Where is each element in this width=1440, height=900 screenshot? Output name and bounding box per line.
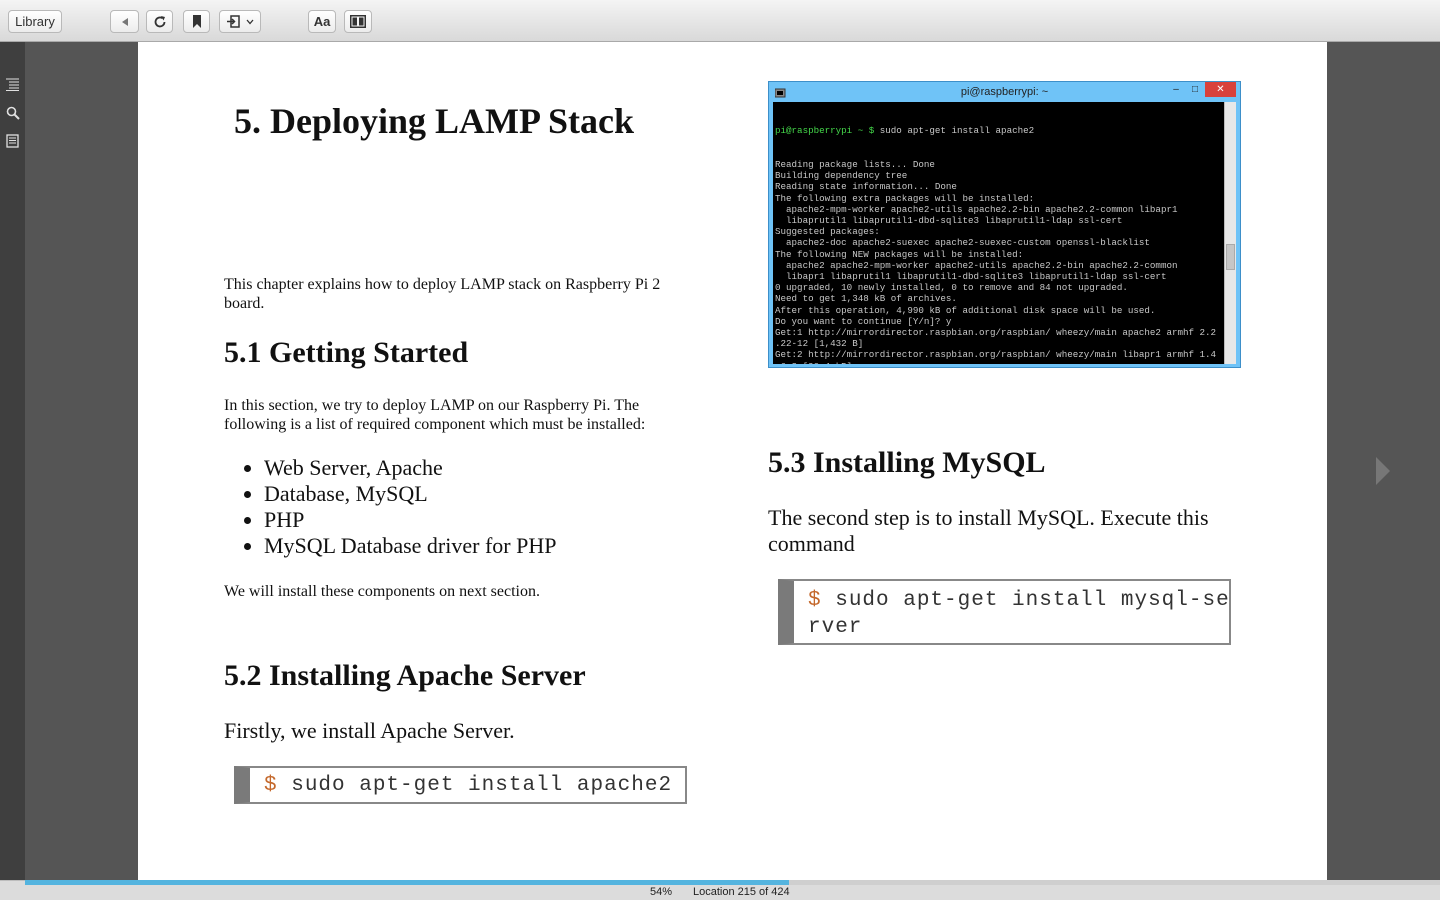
section-5-1-title: 5.1 Getting Started <box>224 336 469 369</box>
chapter-title: 5. Deploying LAMP Stack <box>234 101 635 141</box>
go-to-button[interactable] <box>219 10 261 33</box>
terminal-line: libaprutil1 libaprutil1-dbd-sqlite3 liba… <box>775 215 1123 227</box>
table-of-contents-icon[interactable] <box>5 77 20 92</box>
section-5-2-paragraph: Firstly, we install Apache Server. <box>224 718 515 743</box>
toolbar: Library Aa <box>0 0 1440 42</box>
layout-button[interactable] <box>344 10 372 33</box>
terminal-line: Get:1 http://mirrordirector.raspbian.org… <box>775 327 1217 339</box>
left-sidebar <box>0 42 25 880</box>
apache-code-block: $ sudo apt-get install apache2 <box>234 766 687 804</box>
terminal-line: Reading package lists... Done <box>775 159 935 171</box>
terminal-line: .22-12 [1,432 B] <box>775 338 864 350</box>
section-5-1-closing: We will install these components on next… <box>224 583 540 600</box>
terminal-line: apache2-doc apache2-suexec apache2-suexe… <box>775 237 1150 249</box>
refresh-icon <box>153 15 167 29</box>
chevron-down-icon <box>246 19 254 25</box>
bookmark-button[interactable] <box>183 10 210 33</box>
bookmark-icon <box>192 15 202 28</box>
terminal-line: The following extra packages will be ins… <box>775 192 1035 204</box>
refresh-button[interactable] <box>146 10 173 33</box>
reading-progress-bar[interactable] <box>25 880 1440 885</box>
search-icon[interactable] <box>5 105 20 120</box>
code-prompt: $ <box>264 774 278 797</box>
notes-icon[interactable] <box>5 133 20 148</box>
go-to-icon <box>227 15 241 28</box>
layout-icon <box>350 15 366 28</box>
back-icon <box>120 17 130 27</box>
code-command: sudo apt-get install mysql-se <box>835 589 1230 612</box>
code-command-continued: rver <box>808 616 863 639</box>
terminal-line: libapr1 libaprutil1 libaprutil1-dbd-sqli… <box>775 271 1167 283</box>
progress-percent: 54% <box>650 886 673 898</box>
next-page-arrow-icon[interactable] <box>1372 455 1394 487</box>
terminal-line: Suggested packages: <box>775 226 880 238</box>
code-prompt: $ <box>808 589 822 612</box>
close-icon: ✕ <box>1205 82 1236 97</box>
terminal-line: Reading state information... Done <box>775 181 957 193</box>
terminal-line: Building dependency tree <box>775 170 908 182</box>
terminal-line: apache2-mpm-worker apache2-utils apache2… <box>775 203 1178 215</box>
section-5-3-paragraph: The second step is to install MySQL. Exe… <box>768 505 1209 556</box>
terminal-line: Get:2 http://mirrordirector.raspbian.org… <box>775 349 1217 361</box>
font-icon: Aa <box>313 14 331 29</box>
terminal-lines: pi@raspberrypi ~ $ sudo apt-get install … <box>775 103 1216 364</box>
requirements-list: Web Server, Apache Database, MySQL PHP M… <box>244 455 556 559</box>
minimize-icon: – <box>1173 84 1179 95</box>
library-label: Library <box>15 14 55 29</box>
terminal-command: sudo apt-get install apache2 <box>874 125 1035 137</box>
terminal-scroll-thumb <box>1226 244 1235 270</box>
terminal-line: apache2 apache2-mpm-worker apache2-utils… <box>775 259 1178 271</box>
chapter-intro: This chapter explains how to deploy LAMP… <box>224 276 661 312</box>
code-command: sudo apt-get install apache2 <box>291 774 673 797</box>
font-settings-button[interactable]: Aa <box>308 10 336 33</box>
location-indicator: Location 215 of 424 <box>693 886 790 898</box>
terminal-line: Need to get 1,348 kB of archives. <box>775 293 957 305</box>
maximize-icon: □ <box>1191 84 1199 95</box>
list-item: PHP <box>244 507 556 533</box>
terminal-line: .6-3 [90.4 kB] <box>775 361 1216 364</box>
list-item: Web Server, Apache <box>244 455 556 481</box>
section-5-1-paragraph: In this section, we try to deploy LAMP o… <box>224 397 646 433</box>
terminal-output: pi@raspberrypi ~ $ sudo apt-get install … <box>773 102 1236 364</box>
list-item: Database, MySQL <box>244 481 556 507</box>
terminal-line: 0 upgraded, 10 newly installed, 0 to rem… <box>775 282 1128 294</box>
terminal-prompt: pi@raspberrypi ~ $ <box>775 125 875 137</box>
list-item: MySQL Database driver for PHP <box>244 533 556 559</box>
library-button[interactable]: Library <box>8 10 62 33</box>
terminal-screenshot: pi@raspberrypi: ~ – □ ✕ pi@raspberrypi ~… <box>768 81 1241 368</box>
reading-progress-fill <box>25 880 789 885</box>
section-5-2-title: 5.2 Installing Apache Server <box>224 659 586 692</box>
terminal-scrollbar <box>1224 102 1236 364</box>
terminal-line: The following NEW packages will be insta… <box>775 248 1024 260</box>
section-5-3-title: 5.3 Installing MySQL <box>768 446 1046 479</box>
back-button[interactable] <box>110 10 139 33</box>
terminal-line: Do you want to continue [Y/n]? y <box>775 315 952 327</box>
terminal-line: After this operation, 4,990 kB of additi… <box>775 304 1156 316</box>
mysql-code-block: $ sudo apt-get install mysql-se rver <box>778 579 1231 645</box>
